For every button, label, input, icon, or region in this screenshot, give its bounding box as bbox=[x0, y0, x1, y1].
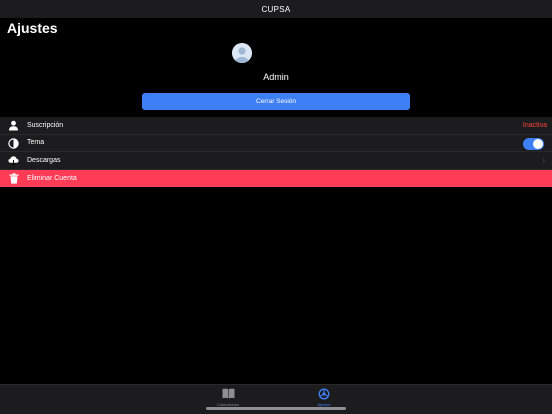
delete-account-label: Eliminar Cuenta bbox=[27, 174, 77, 182]
cloud-download-icon bbox=[8, 155, 19, 166]
settings-row-delete-account[interactable]: Eliminar Cuenta bbox=[0, 169, 552, 187]
avatar[interactable] bbox=[232, 43, 252, 63]
tab-ajustes[interactable]: Ajustes bbox=[294, 388, 354, 407]
settings-row-downloads[interactable]: Descargas › bbox=[0, 152, 552, 170]
page-title: Ajustes bbox=[7, 20, 58, 36]
logout-button[interactable]: Cerrar Sesión bbox=[142, 93, 410, 110]
settings-list: Suscripción Inactiva Tema Descargas › El… bbox=[0, 117, 552, 187]
subscription-status: Inactiva bbox=[522, 121, 547, 129]
tab-colecciones[interactable]: Colecciones bbox=[198, 388, 258, 407]
app-title: CUPSA bbox=[261, 5, 291, 14]
downloads-label: Descargas bbox=[27, 156, 61, 164]
user-avatar-icon bbox=[232, 43, 252, 63]
book-icon bbox=[198, 388, 258, 400]
settings-row-theme[interactable]: Tema bbox=[0, 134, 552, 152]
settings-row-subscription[interactable]: Suscripción Inactiva bbox=[0, 117, 552, 135]
subscription-label: Suscripción bbox=[27, 121, 64, 129]
chevron-right-icon: › bbox=[542, 156, 545, 165]
trash-icon bbox=[8, 172, 19, 184]
theme-toggle[interactable] bbox=[523, 137, 544, 150]
settings-icon bbox=[294, 388, 354, 400]
toggle-knob bbox=[533, 138, 543, 149]
home-indicator bbox=[206, 407, 346, 410]
username: Admin bbox=[0, 72, 552, 82]
person-icon bbox=[8, 120, 19, 131]
username-text: Admin bbox=[263, 72, 289, 82]
theme-label: Tema bbox=[27, 139, 45, 147]
theme-icon bbox=[8, 137, 19, 149]
